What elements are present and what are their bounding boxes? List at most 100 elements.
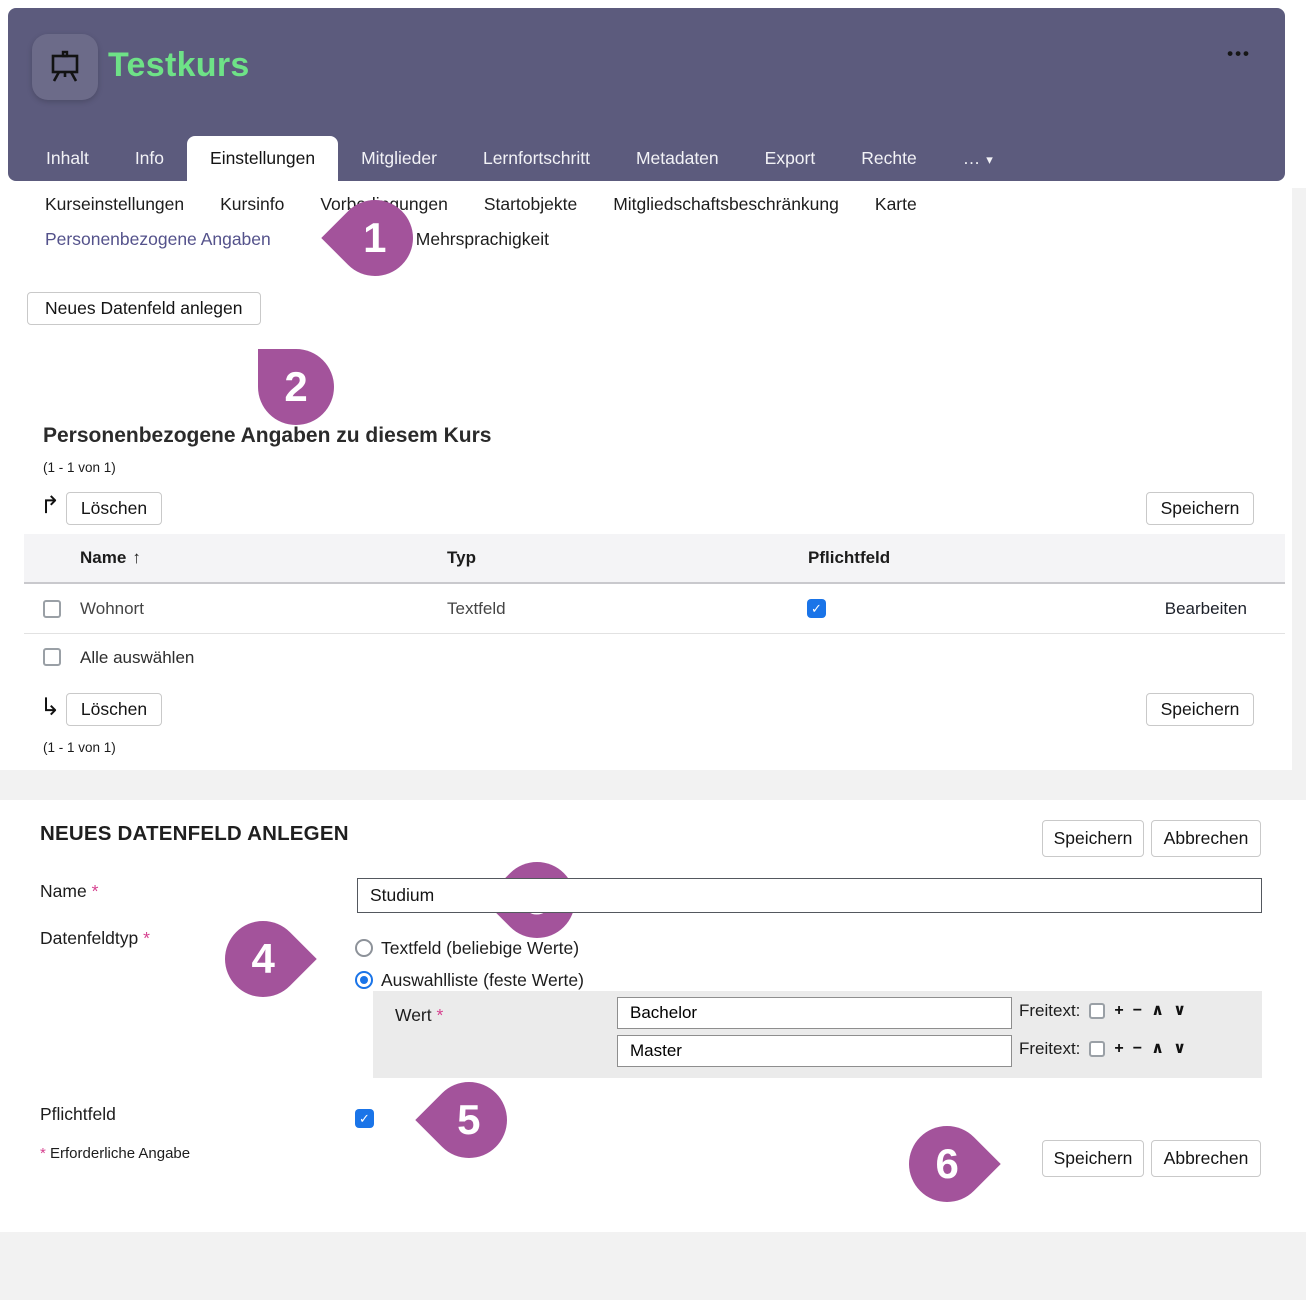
section-divider-band bbox=[0, 770, 1306, 800]
column-header-pflichtfeld: Pflichtfeld bbox=[808, 534, 890, 582]
remove-row-icon[interactable]: − bbox=[1133, 1041, 1142, 1057]
required-note: * Erforderliche Angabe bbox=[40, 1145, 190, 1162]
move-up-icon[interactable]: ∧ bbox=[1151, 1041, 1164, 1057]
freitext-checkbox-1[interactable] bbox=[1089, 1003, 1105, 1019]
save-button-form-top[interactable]: Speichern bbox=[1042, 820, 1144, 857]
save-button-table-top[interactable]: Speichern bbox=[1146, 492, 1254, 525]
save-button-form-bottom[interactable]: Speichern bbox=[1042, 1140, 1144, 1177]
freitext-label: Freitext: bbox=[1019, 1039, 1080, 1059]
cancel-button-form-top[interactable]: Abbrechen bbox=[1151, 820, 1261, 857]
subtab-kurseinstellungen[interactable]: Kurseinstellungen bbox=[45, 194, 184, 215]
tab-info[interactable]: Info bbox=[112, 136, 187, 181]
freitext-controls-1: Freitext: + − ∧ ∨ bbox=[1019, 1001, 1186, 1021]
add-row-icon[interactable]: + bbox=[1114, 1041, 1123, 1057]
type-field-label: Datenfeldtyp * bbox=[40, 928, 150, 949]
annotation-number: 1 bbox=[363, 214, 386, 262]
column-header-typ: Typ bbox=[447, 534, 476, 582]
select-all-label: Alle auswählen bbox=[80, 634, 194, 682]
tab-overflow[interactable]: …▾ bbox=[940, 136, 1016, 181]
required-marker: * bbox=[143, 928, 150, 948]
radio-auswahlliste-label[interactable]: Auswahlliste (feste Werte) bbox=[381, 970, 584, 991]
footer-band bbox=[0, 1232, 1306, 1300]
name-label-text: Name bbox=[40, 881, 87, 901]
tab-metadaten[interactable]: Metadaten bbox=[613, 136, 742, 181]
result-count-bottom: (1 - 1 von 1) bbox=[43, 740, 116, 755]
check-icon: ✓ bbox=[811, 601, 822, 617]
pflichtfeld-checkbox[interactable]: ✓ bbox=[355, 1109, 374, 1128]
tab-export[interactable]: Export bbox=[742, 136, 839, 181]
column-header-name[interactable]: Name ↑ bbox=[80, 534, 141, 582]
annotation-balloon-2: 2 bbox=[258, 349, 334, 425]
add-row-icon[interactable]: + bbox=[1114, 1003, 1123, 1019]
radio-textfeld[interactable] bbox=[355, 939, 373, 957]
sort-ascending-icon: ↑ bbox=[132, 548, 141, 567]
select-all-row: Alle auswählen bbox=[24, 634, 1285, 682]
subtab-karte[interactable]: Karte bbox=[875, 194, 917, 215]
required-marker: * bbox=[437, 1005, 444, 1025]
wert-input-1[interactable] bbox=[617, 997, 1012, 1029]
page: Testkurs ••• Inhalt Info Einstellungen M… bbox=[0, 0, 1306, 1300]
course-board-icon bbox=[45, 47, 85, 87]
wert-input-2[interactable] bbox=[617, 1035, 1012, 1067]
wert-subform-panel: Wert * Freitext: + − ∧ ∨ Freitext: + − ∧… bbox=[373, 991, 1262, 1078]
freitext-controls-2: Freitext: + − ∧ ∨ bbox=[1019, 1039, 1186, 1059]
save-button-table-bottom[interactable]: Speichern bbox=[1146, 693, 1254, 726]
row-edit-link[interactable]: Bearbeiten bbox=[1165, 584, 1247, 634]
tab-mitglieder[interactable]: Mitglieder bbox=[338, 136, 460, 181]
move-down-icon[interactable]: ∨ bbox=[1173, 1041, 1186, 1057]
move-down-icon[interactable]: ∨ bbox=[1173, 1003, 1186, 1019]
page-title: Testkurs bbox=[108, 46, 250, 85]
apply-to-selection-bottom-icon: ↳ bbox=[40, 696, 60, 720]
annotation-number: 6 bbox=[935, 1140, 958, 1188]
table-header-row: Name ↑ Typ Pflichtfeld bbox=[24, 534, 1285, 584]
freitext-checkbox-2[interactable] bbox=[1089, 1041, 1105, 1057]
radio-auswahlliste[interactable] bbox=[355, 971, 373, 989]
row-select-checkbox[interactable] bbox=[43, 600, 61, 618]
remove-row-icon[interactable]: − bbox=[1133, 1003, 1142, 1019]
tab-lernfortschritt[interactable]: Lernfortschritt bbox=[460, 136, 613, 181]
new-datafield-button[interactable]: Neues Datenfeld anlegen bbox=[27, 292, 261, 325]
move-up-icon[interactable]: ∧ bbox=[1151, 1003, 1164, 1019]
delete-button-top[interactable]: Löschen bbox=[66, 492, 162, 525]
subtab-row-1: Kurseinstellungen Kursinfo Vorbedingunge… bbox=[45, 194, 917, 215]
result-count-top: (1 - 1 von 1) bbox=[43, 460, 116, 475]
wert-label-text: Wert bbox=[395, 1005, 432, 1025]
subtab-mehrsprachigkeit[interactable]: Mehrsprachigkeit bbox=[416, 229, 549, 250]
row-typ-cell: Textfeld bbox=[447, 584, 506, 634]
tab-inhalt[interactable]: Inhalt bbox=[23, 136, 112, 181]
form-heading: NEUES DATENFELD ANLEGEN bbox=[40, 822, 349, 846]
select-all-checkbox[interactable] bbox=[43, 648, 61, 666]
name-input[interactable] bbox=[357, 878, 1262, 913]
annotation-number: 5 bbox=[457, 1096, 480, 1144]
name-field-label: Name * bbox=[40, 881, 98, 902]
radio-textfeld-label[interactable]: Textfeld (beliebige Werte) bbox=[381, 938, 579, 959]
type-label-text: Datenfeldtyp bbox=[40, 928, 138, 948]
main-tabbar: Inhalt Info Einstellungen Mitglieder Ler… bbox=[23, 136, 1016, 181]
required-marker: * bbox=[40, 1145, 46, 1162]
freitext-label: Freitext: bbox=[1019, 1001, 1080, 1021]
ellipsis-menu-icon[interactable]: ••• bbox=[1227, 44, 1251, 64]
tab-rechte[interactable]: Rechte bbox=[838, 136, 939, 181]
required-marker: * bbox=[92, 881, 99, 901]
row-pflichtfeld-checkbox[interactable]: ✓ bbox=[807, 599, 826, 618]
subtab-startobjekte[interactable]: Startobjekte bbox=[484, 194, 577, 215]
subtab-row-2: Personenbezogene Angaben Mehrsprachigkei… bbox=[45, 229, 549, 250]
subtab-personenbezogene-angaben[interactable]: Personenbezogene Angaben bbox=[45, 229, 271, 250]
subtab-mitgliedschaftsbeschraenkung[interactable]: Mitgliedschaftsbeschränkung bbox=[613, 194, 839, 215]
tab-overflow-label: … bbox=[963, 148, 981, 168]
course-header: Testkurs ••• Inhalt Info Einstellungen M… bbox=[8, 8, 1285, 181]
scrollbar-track[interactable] bbox=[1292, 188, 1306, 770]
subtab-kursinfo[interactable]: Kursinfo bbox=[220, 194, 284, 215]
delete-button-bottom[interactable]: Löschen bbox=[66, 693, 162, 726]
table-row: Wohnort Textfeld ✓ Bearbeiten bbox=[24, 584, 1285, 634]
cancel-button-form-bottom[interactable]: Abbrechen bbox=[1151, 1140, 1261, 1177]
annotation-number: 4 bbox=[251, 935, 274, 983]
tab-einstellungen[interactable]: Einstellungen bbox=[187, 136, 338, 181]
annotation-balloon-5: 5 bbox=[415, 1066, 522, 1173]
pflichtfeld-label: Pflichtfeld bbox=[40, 1104, 116, 1125]
chevron-down-icon: ▾ bbox=[986, 152, 993, 167]
column-header-name-label: Name bbox=[80, 548, 126, 567]
required-note-text: Erforderliche Angabe bbox=[50, 1145, 190, 1162]
wert-label: Wert * bbox=[395, 1005, 443, 1026]
annotation-number: 2 bbox=[284, 363, 307, 411]
